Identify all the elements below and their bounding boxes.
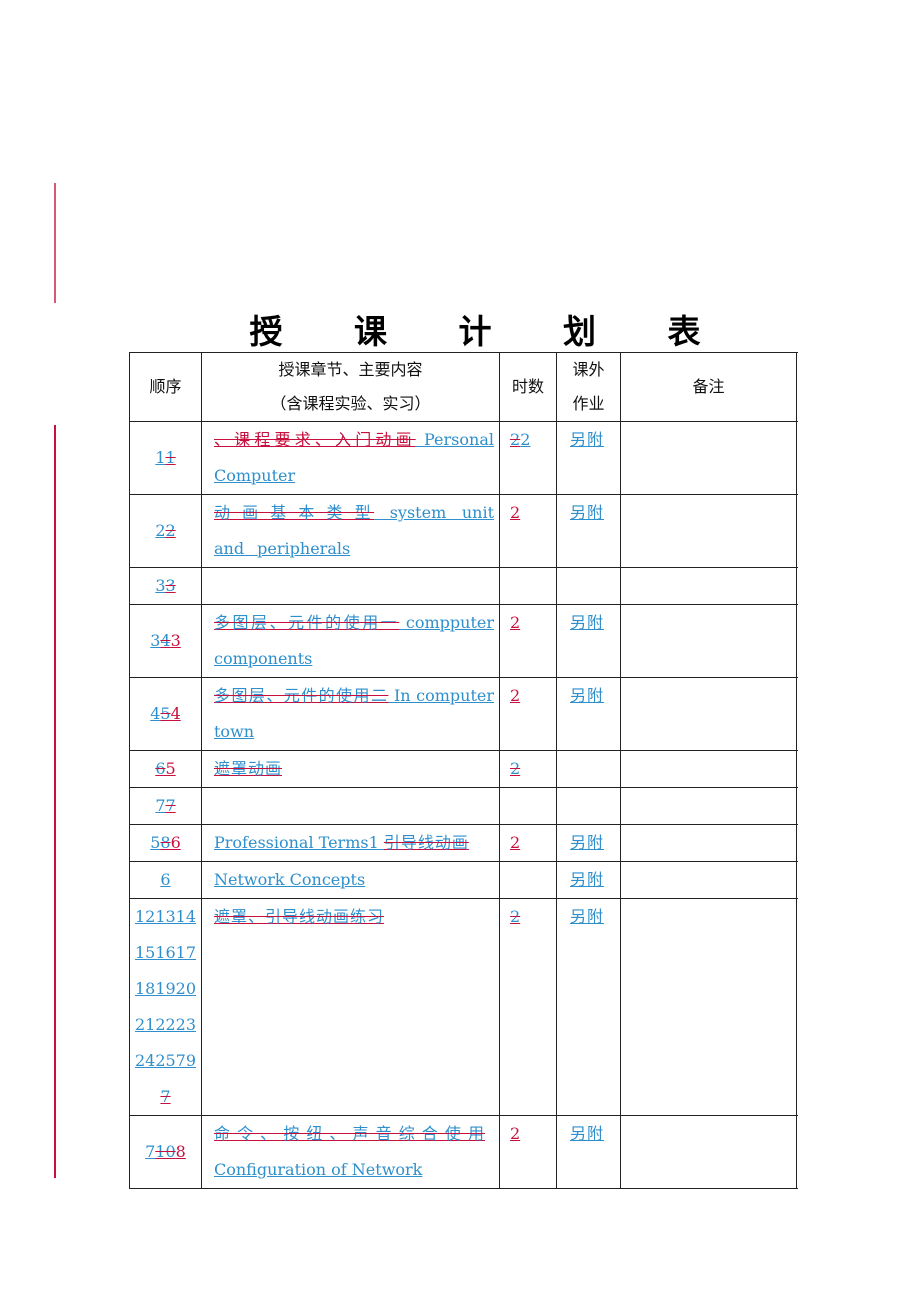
content-cell: Professional Terms1 引导线动画 xyxy=(201,824,500,862)
table-header-row: 顺序 授课章节、主要内容 （含课程实验、实习） 时数 课外 作业 备注 xyxy=(129,352,797,422)
remarks-cell xyxy=(620,750,797,788)
hours-cell: 2 xyxy=(499,677,557,751)
content-cell: Network Concepts xyxy=(201,861,500,899)
remarks-cell xyxy=(620,1115,797,1189)
table-row: 11 、课程要求、入门动画 Personal Computer 22 另附 xyxy=(129,421,797,495)
content-cell: 多图层、元件的使用一 compputer components xyxy=(201,604,500,678)
homework-cell xyxy=(556,567,621,605)
page-title: 授 课 计 划 表 xyxy=(249,312,731,351)
homework-cell: 另附 xyxy=(556,861,621,899)
table-row: 65 遮罩动画 2 xyxy=(129,750,797,788)
seq-cell: 33 xyxy=(129,567,202,605)
remarks-cell xyxy=(620,421,797,495)
content-cell xyxy=(201,567,500,605)
hours-cell xyxy=(499,787,557,825)
homework-cell: 另附 xyxy=(556,604,621,678)
table-row: 22 动 画 基 本 类 型 system unit and periphera… xyxy=(129,494,797,568)
homework-cell: 另附 xyxy=(556,677,621,751)
seq-cell: 22 xyxy=(129,494,202,568)
hours-cell: 2 xyxy=(499,824,557,862)
table-row: 7108 命 令 、 按 纽 、 声 音 综 合 使 用 Configuratio… xyxy=(129,1115,797,1189)
seq-cell: 7108 xyxy=(129,1115,202,1189)
table-row: 586 Professional Terms1 引导线动画 2 另附 xyxy=(129,824,797,862)
header-content: 授课章节、主要内容 （含课程实验、实习） xyxy=(201,352,500,422)
table-row: 454 多图层、元件的使用二 In computer town 2 另附 xyxy=(129,677,797,751)
content-cell: 遮罩动画 xyxy=(201,750,500,788)
homework-cell: 另附 xyxy=(556,494,621,568)
revision-change-bar xyxy=(54,425,56,1178)
table-row: 6 Network Concepts 另附 xyxy=(129,861,797,899)
hours-cell: 2 xyxy=(499,604,557,678)
seq-cell: 6 xyxy=(129,861,202,899)
header-remarks: 备注 xyxy=(620,352,797,422)
seq-cell: 454 xyxy=(129,677,202,751)
hours-cell: 2 xyxy=(499,1115,557,1189)
header-seq: 顺序 xyxy=(129,352,202,422)
seq-cell: 586 xyxy=(129,824,202,862)
content-cell: 遮罩、引导线动画练习 xyxy=(201,898,500,1116)
seq-cell: 121314 151617 181920 212223 242579 7 xyxy=(129,898,202,1116)
content-cell: 多图层、元件的使用二 In computer town xyxy=(201,677,500,751)
remarks-cell xyxy=(620,787,797,825)
table-row: 77 xyxy=(129,787,797,825)
table-row: 33 xyxy=(129,567,797,605)
remarks-cell xyxy=(620,898,797,1116)
content-cell xyxy=(201,787,500,825)
remarks-cell xyxy=(620,567,797,605)
remarks-cell xyxy=(620,824,797,862)
table-row: 343 多图层、元件的使用一 compputer components 2 另附 xyxy=(129,604,797,678)
homework-cell: 另附 xyxy=(556,898,621,1116)
remarks-cell xyxy=(620,604,797,678)
seq-cell: 77 xyxy=(129,787,202,825)
homework-cell: 另附 xyxy=(556,421,621,495)
hours-cell: 2 xyxy=(499,494,557,568)
content-cell: 命 令 、 按 纽 、 声 音 综 合 使 用 Configuration of … xyxy=(201,1115,500,1189)
remarks-cell xyxy=(620,677,797,751)
hours-cell: 2 xyxy=(499,898,557,1116)
hours-cell: 2 xyxy=(499,750,557,788)
remarks-cell xyxy=(620,494,797,568)
hours-cell: 22 xyxy=(499,421,557,495)
seq-cell: 343 xyxy=(129,604,202,678)
header-hours: 时数 xyxy=(499,352,557,422)
seq-cell: 11 xyxy=(129,421,202,495)
header-homework: 课外 作业 xyxy=(556,352,621,422)
remarks-cell xyxy=(620,861,797,899)
homework-cell: 另附 xyxy=(556,824,621,862)
content-cell: 、课程要求、入门动画 Personal Computer xyxy=(201,421,500,495)
teaching-plan-table: 顺序 授课章节、主要内容 （含课程实验、实习） 时数 课外 作业 备注 11 、… xyxy=(129,352,797,1189)
homework-cell: 另附 xyxy=(556,1115,621,1189)
table-row: 121314 151617 181920 212223 242579 7 遮罩、… xyxy=(129,898,797,1116)
revision-change-bar xyxy=(54,183,56,303)
homework-cell xyxy=(556,750,621,788)
hours-cell xyxy=(499,567,557,605)
hours-cell xyxy=(499,861,557,899)
homework-cell xyxy=(556,787,621,825)
content-cell: 动 画 基 本 类 型 system unit and peripherals xyxy=(201,494,500,568)
seq-cell: 65 xyxy=(129,750,202,788)
